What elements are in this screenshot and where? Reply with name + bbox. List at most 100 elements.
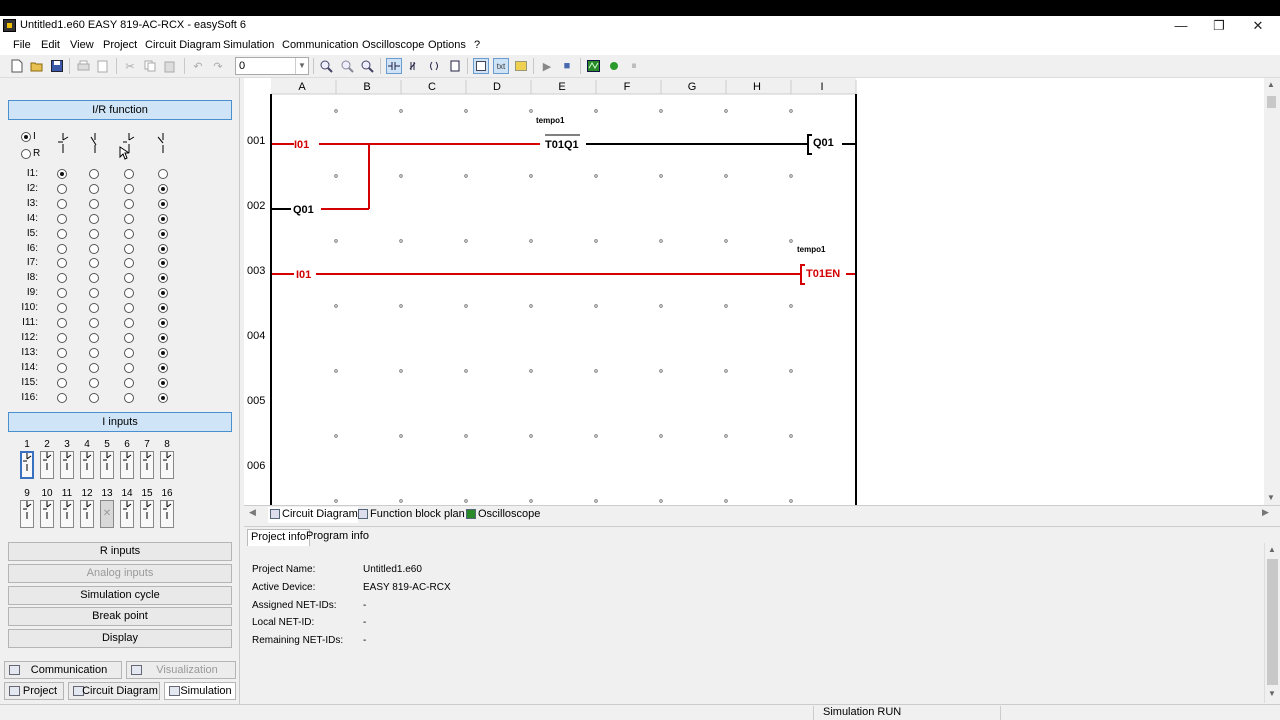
input-mode-radio[interactable] xyxy=(57,169,67,179)
input-toggle[interactable] xyxy=(120,451,134,479)
scroll-thumb[interactable] xyxy=(1267,559,1278,685)
print-preview-icon[interactable] xyxy=(96,59,110,73)
ir-function-header[interactable]: I/R function xyxy=(8,100,232,120)
paste-icon[interactable] xyxy=(163,59,177,73)
cut-icon[interactable]: ✂ xyxy=(123,59,137,73)
input-mode-radio[interactable] xyxy=(124,288,134,299)
rung1-timer-contact[interactable]: T01Q1 xyxy=(545,139,579,151)
input-mode-radio[interactable] xyxy=(158,228,168,239)
input-mode-radio[interactable] xyxy=(57,243,67,254)
input-toggle[interactable] xyxy=(60,500,74,528)
tab-function-block-plan[interactable]: Function block plan xyxy=(356,507,465,523)
zoom-out-icon[interactable] xyxy=(360,59,374,73)
input-mode-radio[interactable] xyxy=(158,347,168,358)
input-mode-radio[interactable] xyxy=(57,288,67,299)
input-mode-radio[interactable] xyxy=(124,347,134,358)
input-mode-radio[interactable] xyxy=(89,258,99,269)
new-file-icon[interactable] xyxy=(10,59,24,73)
maximize-button[interactable]: ❐ xyxy=(1200,16,1238,36)
input-toggle[interactable] xyxy=(160,500,174,528)
info-vertical-scrollbar[interactable]: ▲ ▼ xyxy=(1264,543,1280,703)
input-mode-radio[interactable] xyxy=(124,273,134,284)
input-mode-radio[interactable] xyxy=(57,303,67,314)
scroll-thumb[interactable] xyxy=(1267,96,1276,108)
oscilloscope-icon[interactable] xyxy=(586,59,600,73)
tab-oscilloscope[interactable]: Oscilloscope xyxy=(464,507,540,523)
copy-icon[interactable] xyxy=(143,59,157,73)
tab-visualization[interactable]: Visualization xyxy=(126,661,236,679)
input-mode-radio[interactable] xyxy=(89,303,99,314)
menu-help[interactable]: ? xyxy=(474,39,480,51)
menu-file[interactable]: File xyxy=(13,39,31,51)
tab-project-info[interactable]: Project info xyxy=(247,529,311,546)
zoom-fit-icon[interactable] xyxy=(340,59,354,73)
input-mode-radio[interactable] xyxy=(57,332,67,343)
input-mode-radio[interactable] xyxy=(89,362,99,373)
open-folder-icon[interactable] xyxy=(30,59,44,73)
break-point-button[interactable]: Break point xyxy=(8,607,232,626)
input-mode-radio[interactable] xyxy=(124,362,134,373)
input-toggle[interactable] xyxy=(40,500,54,528)
input-mode-radio[interactable] xyxy=(124,332,134,343)
input-mode-radio[interactable] xyxy=(124,213,134,224)
input-mode-radio[interactable] xyxy=(158,332,168,343)
tab-communication[interactable]: Communication xyxy=(4,661,122,679)
input-mode-radio[interactable] xyxy=(89,273,99,284)
print-icon[interactable] xyxy=(76,59,90,73)
input-mode-radio[interactable] xyxy=(57,377,67,388)
input-mode-radio[interactable] xyxy=(57,318,67,328)
input-mode-radio[interactable] xyxy=(124,169,134,179)
input-mode-radio[interactable] xyxy=(158,273,168,284)
i-inputs-header[interactable]: I inputs xyxy=(8,412,232,432)
rung1-contact-i01[interactable]: I01 xyxy=(294,139,309,151)
function-block-tool-icon[interactable] xyxy=(448,59,462,73)
input-toggle[interactable] xyxy=(20,451,34,479)
input-mode-radio[interactable] xyxy=(158,169,168,179)
coil-tool-icon[interactable] xyxy=(427,59,441,73)
tab-program-info[interactable]: Program info xyxy=(303,529,372,546)
scroll-up-icon[interactable]: ▲ xyxy=(1267,80,1275,89)
simulation-cycle-button[interactable]: Simulation cycle xyxy=(8,586,232,605)
input-mode-radio[interactable] xyxy=(158,198,168,209)
input-mode-radio[interactable] xyxy=(89,228,99,239)
tab-project[interactable]: Project xyxy=(4,682,64,700)
input-mode-radio[interactable] xyxy=(89,318,99,328)
stop-icon[interactable]: ■ xyxy=(560,59,574,73)
menu-simulation[interactable]: Simulation xyxy=(223,39,274,51)
contact-tool-icon[interactable] xyxy=(386,58,402,74)
scroll-down-icon[interactable]: ▼ xyxy=(1267,493,1275,502)
input-mode-radio[interactable] xyxy=(89,169,99,179)
input-mode-radio[interactable] xyxy=(158,318,168,328)
scroll-up-icon[interactable]: ▲ xyxy=(1268,545,1276,554)
input-toggle[interactable] xyxy=(140,500,154,528)
menu-oscilloscope[interactable]: Oscilloscope xyxy=(362,39,424,51)
input-mode-radio[interactable] xyxy=(57,258,67,269)
input-toggle[interactable] xyxy=(80,500,94,528)
zoom-in-icon[interactable] xyxy=(319,59,333,73)
minimize-button[interactable]: — xyxy=(1162,16,1200,36)
rung3-contact-i01[interactable]: I01 xyxy=(296,269,311,281)
menu-edit[interactable]: Edit xyxy=(41,39,60,51)
input-mode-radio[interactable] xyxy=(57,347,67,358)
input-mode-radio[interactable] xyxy=(124,228,134,239)
input-mode-radio[interactable] xyxy=(57,392,67,403)
input-mode-radio[interactable] xyxy=(124,198,134,209)
input-mode-radio[interactable] xyxy=(158,392,168,403)
zoom-select[interactable]: 0 ▼ xyxy=(235,57,309,75)
input-mode-radio[interactable] xyxy=(158,288,168,299)
rung3-coil-t01en[interactable]: T01EN xyxy=(806,268,840,280)
input-mode-radio[interactable] xyxy=(89,213,99,224)
menu-options[interactable]: Options xyxy=(428,39,466,51)
input-toggle[interactable] xyxy=(140,451,154,479)
tab-circuit-diagram[interactable]: Circuit Diagram xyxy=(68,682,160,700)
tab-simulation[interactable]: Simulation xyxy=(164,682,236,700)
pause-icon[interactable]: ⏸ xyxy=(627,59,641,73)
input-mode-radio[interactable] xyxy=(89,183,99,194)
input-mode-radio[interactable] xyxy=(57,362,67,373)
input-mode-radio[interactable] xyxy=(89,347,99,358)
mode-r-radio[interactable] xyxy=(21,149,31,159)
input-toggle[interactable] xyxy=(100,451,114,479)
scroll-down-icon[interactable]: ▼ xyxy=(1268,689,1276,698)
input-mode-radio[interactable] xyxy=(158,377,168,388)
grid-view-icon[interactable] xyxy=(473,58,489,74)
